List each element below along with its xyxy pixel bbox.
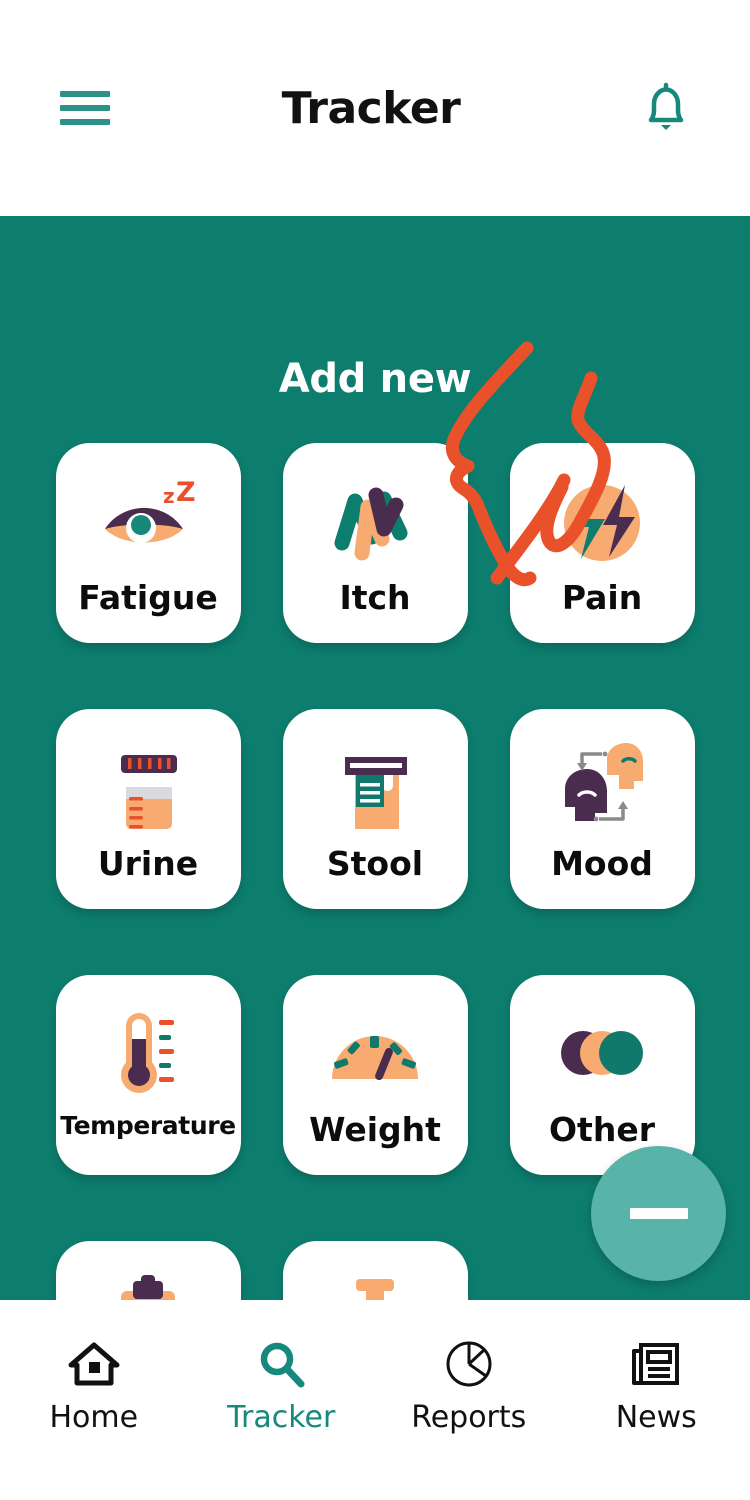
app-screen: Tracker Add new z Z Fatigue Itch Pain Ur…: [0, 0, 750, 1500]
home-icon: [66, 1336, 122, 1392]
svg-text:z: z: [163, 484, 175, 508]
collapse-fab-button[interactable]: [591, 1146, 726, 1281]
section-title: Add new: [278, 356, 472, 402]
nav-label: Tracker: [227, 1400, 336, 1435]
eye-sleep-icon: z Z: [93, 471, 203, 571]
card-label: Pain: [561, 578, 643, 617]
two-heads-exchange-icon: [547, 737, 657, 837]
gauge-scale-icon: [320, 1003, 430, 1103]
card-label: Other: [549, 1110, 655, 1149]
card-label: Fatigue: [78, 578, 218, 617]
card-urine[interactable]: Urine: [55, 709, 241, 909]
card-clipboard[interactable]: [55, 1241, 241, 1300]
nav-label: Home: [49, 1400, 139, 1435]
pie-chart-icon: [441, 1336, 497, 1392]
card-stool[interactable]: Stool: [282, 709, 468, 909]
stool-sample-container-icon: [320, 737, 430, 837]
nav-item-reports[interactable]: Reports: [375, 1336, 563, 1433]
bell-icon[interactable]: [642, 82, 690, 134]
card-label: Itch: [339, 578, 411, 617]
app-bar: Tracker: [0, 0, 750, 216]
newspaper-icon: [628, 1336, 684, 1392]
thermometer-icon: [93, 1003, 203, 1103]
card-label: Weight: [309, 1110, 441, 1149]
urine-sample-cup-icon: [93, 737, 203, 837]
nav-item-tracker[interactable]: Tracker: [188, 1336, 376, 1433]
tracker-content-area: Add new z Z Fatigue Itch Pain Urine Stoo…: [0, 216, 750, 1300]
card-itch[interactable]: Itch: [282, 443, 468, 643]
bone-column-icon: [320, 1269, 430, 1300]
card-bone[interactable]: [282, 1241, 468, 1300]
card-label: Urine: [97, 844, 199, 883]
clipboard-icon: [93, 1269, 203, 1300]
three-circles-icon: [547, 1003, 657, 1103]
nav-label: News: [615, 1400, 697, 1435]
card-fatigue[interactable]: z Z Fatigue: [55, 443, 241, 643]
card-temperature[interactable]: Temperature: [55, 975, 241, 1175]
nav-item-home[interactable]: Home: [0, 1336, 188, 1433]
card-label: Stool: [326, 844, 424, 883]
nav-label: Reports: [411, 1400, 527, 1435]
scribble-wave-icon: [320, 471, 430, 571]
svg-text:Z: Z: [176, 477, 196, 508]
nav-item-news[interactable]: News: [563, 1336, 750, 1433]
minus-icon: [629, 1208, 688, 1219]
card-mood[interactable]: Mood: [509, 709, 695, 909]
card-label: Mood: [551, 844, 653, 883]
card-other[interactable]: Other: [509, 975, 695, 1175]
page-title: Tracker: [281, 82, 461, 134]
card-weight[interactable]: Weight: [282, 975, 468, 1175]
bottom-navigation-bar: Home Tracker Reports News: [0, 1300, 750, 1500]
card-pain[interactable]: Pain: [509, 443, 695, 643]
search-icon: [253, 1336, 309, 1392]
lightning-bolt-icon: [547, 471, 657, 571]
card-label: Temperature: [60, 1111, 236, 1140]
